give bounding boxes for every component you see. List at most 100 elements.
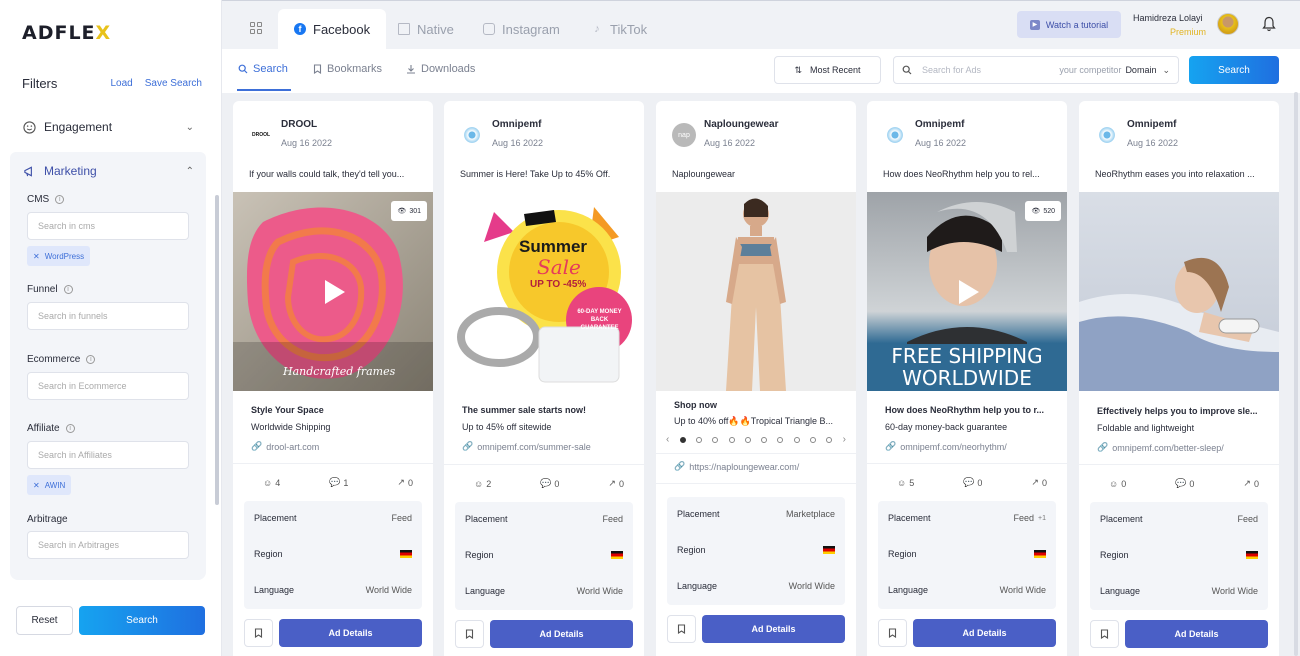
affiliate-chip-awin[interactable]: ✕ AWIN <box>27 475 72 495</box>
cms-chip-wordpress[interactable]: ✕ WordPress <box>27 246 91 266</box>
ad-media[interactable]: Summer Sale UP TO -45% 60-DAY MONEY BACK… <box>444 192 644 391</box>
placement-value: Feed <box>602 514 623 524</box>
advertiser-name[interactable]: Omnipemf <box>1127 119 1176 130</box>
carousel-dot[interactable] <box>712 436 719 443</box>
ad-details-button[interactable]: Ad Details <box>490 620 633 648</box>
bookmark-button[interactable] <box>878 619 907 647</box>
chevron-right-icon[interactable]: › <box>843 434 846 445</box>
domain-select[interactable]: Domain <box>1125 65 1156 75</box>
main-scrollbar[interactable] <box>1294 92 1298 656</box>
ad-date: Aug 16 2022 <box>704 138 756 148</box>
funnel-search-input[interactable]: Search in funnels <box>27 302 189 330</box>
media-badge: 60-DAY MONEY BACK GUARANTEE <box>577 309 622 331</box>
carousel-dot[interactable] <box>728 436 735 443</box>
comments-metric: 💬 0 <box>540 478 559 489</box>
language-label: Language <box>677 581 718 591</box>
search-button[interactable]: Search <box>1189 56 1279 84</box>
placement-more-badge[interactable]: +1 <box>1038 515 1046 522</box>
bookmark-button[interactable] <box>455 620 484 648</box>
play-icon[interactable] <box>949 274 985 310</box>
reset-button[interactable]: Reset <box>16 606 73 635</box>
bell-icon[interactable] <box>1262 16 1276 32</box>
grid-icon[interactable] <box>250 22 262 34</box>
tab-native[interactable]: Native <box>382 9 470 49</box>
tab-search[interactable]: Search <box>238 63 288 75</box>
region-row: Region <box>465 550 623 560</box>
chevron-down-icon[interactable]: ⌄ <box>1162 65 1170 76</box>
ad-media[interactable]: 👁 301 Handcrafted frames <box>233 192 433 391</box>
filter-search-button[interactable]: Search <box>79 606 205 635</box>
ad-details-button[interactable]: Ad Details <box>279 619 422 647</box>
arbitrage-label: Arbitrage <box>27 514 68 525</box>
affiliate-placeholder: Search in Affiliates <box>38 450 112 460</box>
cms-search-input[interactable]: Search in cms <box>27 212 189 240</box>
tab-bookmarks[interactable]: Bookmarks <box>313 63 382 75</box>
region-label: Region <box>1100 550 1129 560</box>
remove-chip-icon[interactable]: ✕ <box>33 481 40 490</box>
carousel-dot[interactable] <box>777 436 784 443</box>
ad-media[interactable]: 👁 520 FREE SHIPPING WORLDWIDE <box>867 192 1067 391</box>
carousel-dot[interactable] <box>761 436 768 443</box>
ad-link[interactable]: 🔗 omnipemf.com/better-sleep/ <box>1097 442 1224 453</box>
carousel-dot[interactable] <box>810 436 817 443</box>
tutorial-label: Watch a tutorial <box>1045 19 1109 30</box>
placement-value: Feed <box>1237 514 1258 524</box>
competitor-hint: your competitor <box>1059 65 1122 75</box>
carousel-dot[interactable] <box>826 436 833 443</box>
advertiser-name[interactable]: Omnipemf <box>915 119 964 130</box>
ad-link[interactable]: 🔗 https://naploungewear.com/ <box>674 461 799 472</box>
tab-downloads[interactable]: Downloads <box>406 63 475 75</box>
avatar[interactable] <box>1217 13 1239 35</box>
chevron-left-icon[interactable]: ‹ <box>666 434 669 445</box>
eye-icon: 👁 <box>1031 208 1041 215</box>
ad-details-button[interactable]: Ad Details <box>1125 620 1268 648</box>
comments-count: 0 <box>1189 478 1195 489</box>
language-value: World Wide <box>365 585 412 595</box>
advertiser-logo: nap <box>672 123 696 147</box>
sidebar-scrollbar[interactable] <box>215 195 219 505</box>
divider <box>444 464 644 465</box>
ad-media[interactable] <box>656 192 856 391</box>
ad-link[interactable]: 🔗 omnipemf.com/neorhythm/ <box>885 441 1007 452</box>
sort-dropdown[interactable]: ⇅ Most Recent <box>774 56 881 84</box>
arbitrage-search-input[interactable]: Search in Arbitrages <box>27 531 189 559</box>
ecommerce-search-input[interactable]: Search in Ecommerce <box>27 372 189 400</box>
ad-subtitle: Worldwide Shipping <box>251 422 331 432</box>
tab-facebook[interactable]: f Facebook <box>278 9 387 49</box>
comments-count: 0 <box>977 477 983 488</box>
remove-chip-icon[interactable]: ✕ <box>33 252 40 261</box>
media-caption: FREE SHIPPING WORLDWIDE <box>891 344 1043 390</box>
bookmark-button[interactable] <box>244 619 273 647</box>
tab-tiktok[interactable]: ♪ TikTok <box>575 9 663 49</box>
ad-details-button[interactable]: Ad Details <box>913 619 1056 647</box>
advertiser-name[interactable]: Naploungewear <box>704 119 778 130</box>
ad-search-input[interactable]: Search for Ads your competitor Domain ⌄ <box>893 56 1179 84</box>
adflex-logo[interactable]: ADFLEX <box>22 22 111 44</box>
bookmark-icon <box>888 628 897 638</box>
ad-link[interactable]: 🔗 omnipemf.com/summer-sale <box>462 441 591 452</box>
marketing-accordion[interactable]: Marketing ⌃ <box>10 152 206 190</box>
language-row: Language World Wide <box>888 585 1046 595</box>
load-link[interactable]: Load <box>110 78 132 89</box>
ad-details-button[interactable]: Ad Details <box>702 615 845 643</box>
ad-media[interactable] <box>1079 192 1279 391</box>
ad-link[interactable]: 🔗 drool-art.com <box>251 441 319 452</box>
affiliate-search-input[interactable]: Search in Affiliates <box>27 441 189 469</box>
bookmark-button[interactable] <box>1090 620 1119 648</box>
carousel-dot[interactable] <box>695 436 702 443</box>
advertiser-name[interactable]: Omnipemf <box>492 119 541 130</box>
advertiser-name[interactable]: DROOL <box>281 119 317 130</box>
tab-instagram[interactable]: Instagram <box>467 9 576 49</box>
carousel-dot[interactable] <box>744 436 751 443</box>
play-icon[interactable] <box>315 274 351 310</box>
bookmark-button[interactable] <box>667 615 696 643</box>
engagement-metrics: ☺ 5 💬 0 ↗ 0 <box>897 477 1047 488</box>
language-label: Language <box>254 585 295 595</box>
watch-tutorial-button[interactable]: ▶ Watch a tutorial <box>1017 11 1121 38</box>
ad-card: Omnipemf Aug 16 2022 Summer is Here! Tak… <box>444 101 644 656</box>
save-search-link[interactable]: Save Search <box>145 78 202 89</box>
carousel-dot[interactable] <box>679 436 686 443</box>
carousel-dot[interactable] <box>793 436 800 443</box>
engagement-accordion[interactable]: Engagement ⌄ <box>10 108 206 146</box>
region-label: Region <box>888 549 917 559</box>
